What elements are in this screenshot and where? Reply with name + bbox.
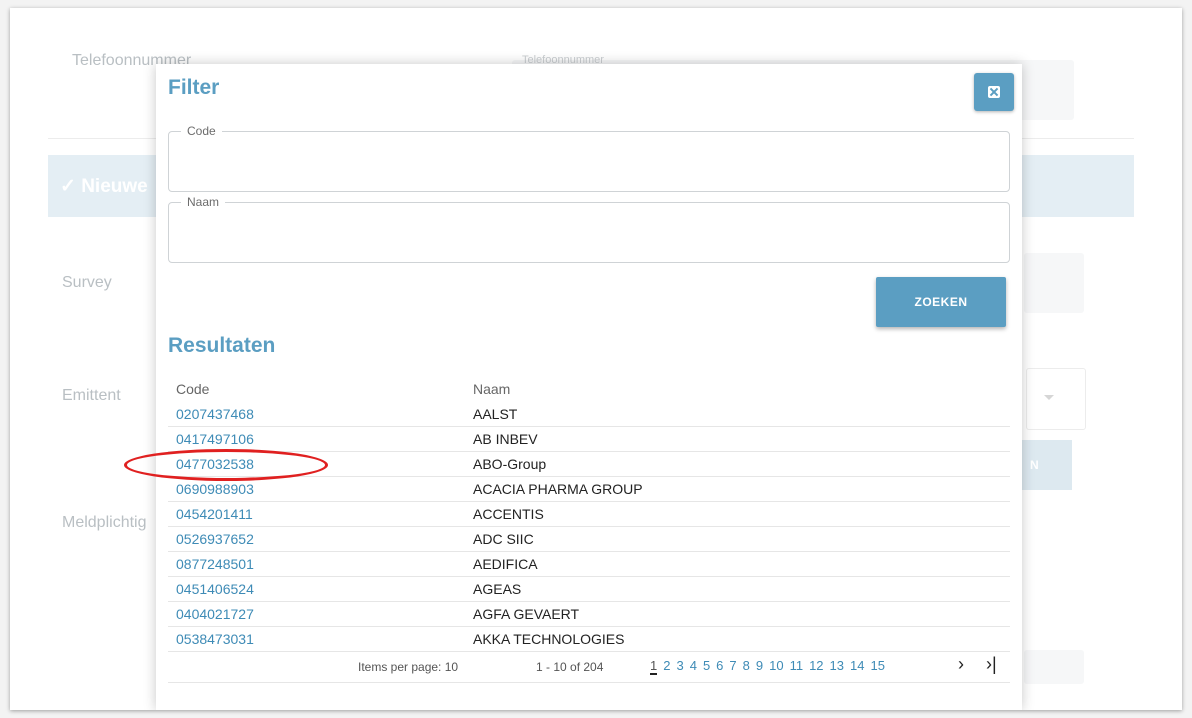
code-input[interactable] <box>179 138 1003 180</box>
table-row: 0538473031 AKKA TECHNOLOGIES <box>168 626 1010 652</box>
search-button[interactable]: ZOEKEN <box>876 277 1006 327</box>
table-row: 0417497106 AB INBEV <box>168 426 1010 452</box>
row-code-link[interactable]: 0690988903 <box>176 481 254 497</box>
close-icon <box>988 86 1000 98</box>
bg-action-button-label: N <box>1030 458 1039 472</box>
table-row: 0526937652 ADC SIIC <box>168 526 1010 552</box>
table-row: 0690988903 ACACIA PHARMA GROUP <box>168 476 1010 502</box>
code-label: Code <box>187 124 216 138</box>
page-link[interactable]: 14 <box>850 658 864 675</box>
row-code-link[interactable]: 0877248501 <box>176 556 254 572</box>
row-code-link[interactable]: 0417497106 <box>176 431 254 447</box>
last-page-icon[interactable]: ›| <box>986 654 997 675</box>
bg-emittent-select <box>1026 368 1086 430</box>
table-row: 0877248501 AEDIFICA <box>168 551 1010 577</box>
bg-meldplichtig-label: Meldplichtig <box>62 514 147 531</box>
bg-emittent-label: Emittent <box>62 387 121 404</box>
row-code-link[interactable]: 0477032538 <box>176 456 254 472</box>
bg-action-button: N <box>1020 440 1072 490</box>
row-naam: AEDIFICA <box>465 551 1010 577</box>
row-code-link[interactable]: 0538473031 <box>176 631 254 647</box>
row-naam: ACCENTIS <box>465 501 1010 527</box>
column-header-code: Code <box>176 381 210 397</box>
row-naam: ABO-Group <box>465 451 1010 477</box>
naam-label: Naam <box>187 195 220 209</box>
page-link[interactable]: 7 <box>729 658 736 675</box>
page-link[interactable]: 2 <box>663 658 670 675</box>
table-header-row: Code Naam <box>168 376 1010 402</box>
table-row: 0207437468 AALST <box>168 402 1010 427</box>
page-link[interactable]: 5 <box>703 658 710 675</box>
row-naam: ADC SIIC <box>465 526 1010 552</box>
row-code-link[interactable]: 0454201411 <box>176 506 253 522</box>
page-link[interactable]: 11 <box>790 658 804 675</box>
row-naam: AB INBEV <box>465 426 1010 452</box>
modal-title: Filter <box>168 76 220 99</box>
results-title: Resultaten <box>168 334 276 357</box>
row-naam: AGEAS <box>465 576 1010 602</box>
row-naam: AKKA TECHNOLOGIES <box>465 626 1010 652</box>
table-row: 0451406524 AGEAS <box>168 576 1010 602</box>
page-link[interactable]: 1 <box>650 658 658 675</box>
page-link[interactable]: 3 <box>676 658 683 675</box>
close-button[interactable] <box>974 73 1014 111</box>
bg-bottom-field <box>1024 650 1084 684</box>
page-link[interactable]: 12 <box>809 658 823 675</box>
page-numbers: 1 2 3 4 5 6 7 8 9 10 11 12 13 14 15 <box>650 658 885 675</box>
row-code-link[interactable]: 0451406524 <box>176 581 254 597</box>
table-row: 0404021727 AGFA GEVAERT <box>168 601 1010 627</box>
page-link[interactable]: 4 <box>690 658 697 675</box>
bg-survey-field <box>1024 253 1084 313</box>
naam-fieldset: Naam <box>168 195 1010 263</box>
column-header-naam: Naam <box>473 381 511 397</box>
page-link[interactable]: 9 <box>756 658 763 675</box>
paginator: Items per page: 10 1 - 10 of 204 1 2 3 4… <box>168 652 1010 683</box>
page-link[interactable]: 13 <box>830 658 844 675</box>
filter-modal: Filter Code Naam ZOEKEN Resultaten Code … <box>156 64 1022 710</box>
page-link[interactable]: 10 <box>769 658 783 675</box>
bg-chevron-down-icon <box>1044 395 1054 400</box>
page-link[interactable]: 6 <box>716 658 723 675</box>
row-naam: AGFA GEVAERT <box>465 601 1010 627</box>
row-code-link[interactable]: 0526937652 <box>176 531 254 547</box>
results-table: Code Naam 0207437468 AALST 0417497106 AB I… <box>168 376 1010 652</box>
table-row: 0477032538 ABO-Group <box>168 451 1010 477</box>
table-row: 0454201411 ACCENTIS <box>168 501 1010 527</box>
row-naam: AALST <box>465 402 1010 427</box>
next-page-icon[interactable]: › <box>958 654 964 675</box>
bg-survey-label: Survey <box>62 274 112 291</box>
page-range: 1 - 10 of 204 <box>536 660 604 674</box>
row-naam: ACACIA PHARMA GROUP <box>465 476 1010 502</box>
row-code-link[interactable]: 0404021727 <box>176 606 254 622</box>
row-code-link[interactable]: 0207437468 <box>176 406 254 422</box>
bg-banner-text: ✓ Nieuwe <box>60 176 148 197</box>
app-frame: Telefoonnummer Telefoonnummer ✓ Nieuwe S… <box>10 8 1182 710</box>
code-fieldset: Code <box>168 124 1010 192</box>
items-per-page[interactable]: Items per page: 10 <box>358 660 458 674</box>
page-link[interactable]: 8 <box>743 658 750 675</box>
page-link[interactable]: 15 <box>870 658 884 675</box>
naam-input[interactable] <box>179 209 1003 251</box>
